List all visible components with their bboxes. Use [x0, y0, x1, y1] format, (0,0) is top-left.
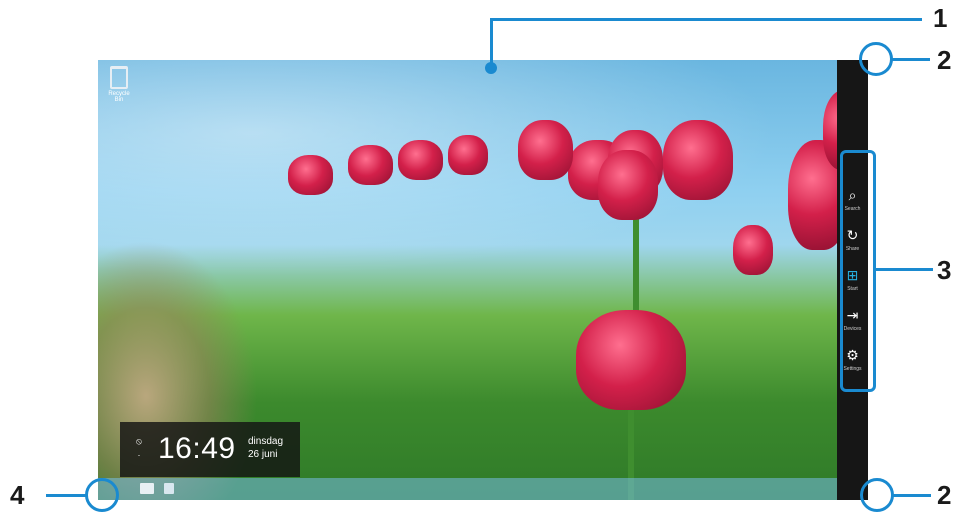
callout-1-number: 1: [933, 3, 948, 33]
battery-icon: ·: [137, 450, 141, 460]
callout-3-number: 3: [937, 255, 952, 285]
clock-date: dinsdag 26 juni: [248, 435, 283, 461]
desktop-screen[interactable]: Recycle Bin ⦸ · 16:49 dinsdag 26 juni ▴ …: [98, 60, 868, 500]
recycle-bin-icon[interactable]: Recycle Bin: [104, 66, 134, 103]
tulip: [398, 140, 443, 180]
callout-2-top-number: 2: [937, 45, 952, 75]
lock-clock-overlay: ⦸ · 16:49 dinsdag 26 juni: [120, 422, 300, 477]
tulip: [348, 145, 393, 185]
tulip: [576, 310, 686, 410]
callout-4-line: [46, 494, 86, 497]
callout-3-charms-highlight: [840, 150, 876, 392]
callout-2-bottom-line: [891, 494, 931, 497]
tulip: [288, 155, 333, 195]
callout-2-bottom-ring: [860, 478, 894, 512]
tulip: [448, 135, 488, 175]
callout-4-ring: [85, 478, 119, 512]
wifi-icon: ⦸: [136, 436, 142, 446]
callout-2-bottom-number: 2: [937, 480, 952, 510]
tulip: [598, 150, 658, 220]
browser-taskbar-button[interactable]: [164, 483, 174, 494]
tulip: [663, 120, 733, 200]
clock-weekday: dinsdag: [248, 436, 284, 447]
taskbar[interactable]: ▴ ✉: [98, 478, 868, 500]
callout-1-line: [490, 18, 922, 21]
trash-icon: [110, 66, 128, 89]
callout-2-top-ring: [859, 42, 893, 76]
clock-day-month: 26 juni: [248, 449, 278, 460]
recycle-bin-label: Recycle Bin: [108, 91, 130, 103]
tulip: [733, 225, 773, 275]
callout-1-line: [490, 20, 493, 66]
callout-4-number: 4: [10, 480, 25, 510]
network-status-icon: ⦸ ·: [136, 434, 142, 462]
callout-2-top-line: [890, 58, 930, 61]
tulip: [518, 120, 573, 180]
clock-time: 16:49: [158, 432, 236, 465]
file-explorer-taskbar-button[interactable]: [140, 483, 154, 494]
callout-3-line: [876, 268, 933, 271]
